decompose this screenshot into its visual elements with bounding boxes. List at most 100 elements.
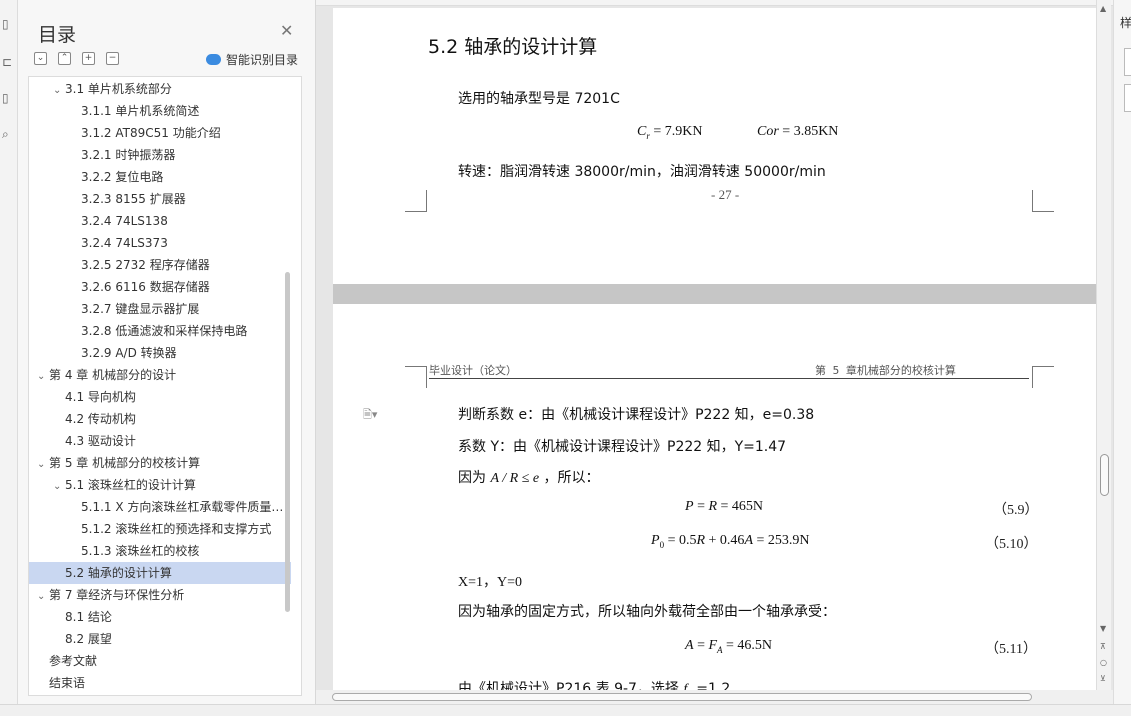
chevron-down-icon[interactable]: ⌄ xyxy=(37,454,49,474)
toc-item-label: 5.1.2 滚珠丝杠的预选择和支撑方式 xyxy=(81,522,272,536)
page-dot-icon[interactable]: ○ xyxy=(1100,658,1107,667)
style-input[interactable] xyxy=(1124,48,1131,76)
toc-item[interactable]: 8.2 展望 xyxy=(29,628,291,650)
toc-scrollbar[interactable] xyxy=(285,272,290,612)
equation-5-10: P0 = 0.5R + 0.46A = 253.9N xyxy=(651,533,810,550)
chevron-down-icon[interactable]: ⌄ xyxy=(37,366,49,386)
vertical-scrollbar[interactable]: ▲ ▼ ⊼ ○ ⊻ xyxy=(1096,0,1111,690)
condition-expr: A / R ≤ e xyxy=(490,471,540,486)
body-line-e: 判断系数 e：由《机械设计课程设计》P222 知，e=0.38 xyxy=(458,407,815,423)
toc-item[interactable]: 3.1.2 AT89C51 功能介绍 xyxy=(29,122,291,144)
toc-item-label: 8.1 结论 xyxy=(65,610,112,624)
equation-number-5-9: （5.9） xyxy=(993,503,1039,518)
toc-item-label: 3.2.6 6116 数据存储器 xyxy=(81,280,210,294)
equation-cor: Cor = 3.85KN xyxy=(757,124,839,139)
crop-mark xyxy=(405,190,427,212)
cloud-icon xyxy=(206,54,221,65)
toc-item-label: 8.2 展望 xyxy=(65,632,112,646)
top-ruler-strip xyxy=(316,0,1113,6)
add-heading-icon[interactable]: + xyxy=(82,52,95,65)
horizontal-scroll-thumb[interactable] xyxy=(332,693,1032,701)
toc-item[interactable]: 5.2 轴承的设计计算 xyxy=(29,562,291,584)
equation-5-9: P = R = 465N xyxy=(685,499,764,514)
toc-item[interactable]: ⌄ 第 5 章 机械部分的校核计算 xyxy=(29,452,291,474)
section-heading: 5.2 轴承的设计计算 xyxy=(428,36,598,58)
prev-page-icon[interactable]: ⊼ xyxy=(1100,642,1106,651)
condition-prefix: 因为 xyxy=(458,470,486,486)
toc-item-label: 第 4 章 机械部分的设计 xyxy=(49,368,177,382)
toc-item[interactable]: ⌄ 3.1 单片机系统部分 xyxy=(29,78,291,100)
style-input[interactable] xyxy=(1124,84,1131,112)
bookmark-icon[interactable]: ▯ xyxy=(0,86,18,110)
toc-item[interactable]: 3.1.1 单片机系统简述 xyxy=(29,100,291,122)
toc-item[interactable]: ⌄ 第 7 章经济与环保性分析 xyxy=(29,584,291,606)
expand-up-icon[interactable]: ⌃ xyxy=(58,52,71,65)
toc-item[interactable]: 3.2.1 时钟振荡器 xyxy=(29,144,291,166)
body-line-y: 系数 Y：由《机械设计课程设计》P222 知，Y=1.47 xyxy=(458,439,787,455)
toc-item-label: 3.1 单片机系统部分 xyxy=(65,82,172,96)
toc-item-label: 3.1.1 单片机系统简述 xyxy=(81,104,200,118)
toc-item-label: 5.1 滚珠丝杠的设计计算 xyxy=(65,478,196,492)
toc-item-label: 3.2.7 键盘显示器扩展 xyxy=(81,302,200,316)
toc-panel-icon[interactable]: ▯ xyxy=(0,12,18,36)
body-line-axial: 因为轴承的固定方式，所以轴向外载荷全部由一个轴承承受： xyxy=(458,604,836,620)
toc-item[interactable]: 3.2.6 6116 数据存储器 xyxy=(29,276,291,298)
collapse-all-icon[interactable]: ⌄ xyxy=(34,52,47,65)
toc-item[interactable]: 3.2.4 74LS373 xyxy=(29,232,291,254)
toc-item[interactable]: 8.1 结论 xyxy=(29,606,291,628)
toc-item[interactable]: 5.1.3 滚珠丝杠的校核 xyxy=(29,540,291,562)
toc-item[interactable]: 3.2.4 74LS138 xyxy=(29,210,291,232)
toc-item-label: 3.2.5 2732 程序存储器 xyxy=(81,258,210,272)
toc-item[interactable]: 4.2 传动机构 xyxy=(29,408,291,430)
chevron-down-icon[interactable]: ⌄ xyxy=(53,476,65,496)
toc-item-label: 结束语 xyxy=(49,676,86,690)
remove-heading-icon[interactable]: − xyxy=(106,52,119,65)
toc-item[interactable]: 3.2.2 复位电路 xyxy=(29,166,291,188)
chevron-down-icon[interactable]: ⌄ xyxy=(37,586,49,606)
crop-mark xyxy=(1032,366,1054,388)
next-page-icon[interactable]: ⊻ xyxy=(1100,674,1106,683)
left-tool-rail: ▯ ⊏ ▯ ⌕ xyxy=(0,0,18,716)
toc-panel: 目录 ✕ ⌄ ⌃ + − 智能识别目录 ⌄ 3.1 单片机系统部分 3.1.1 单片… xyxy=(18,0,316,716)
toc-item[interactable]: 4.1 导向机构 xyxy=(29,386,291,408)
toc-item[interactable]: 3.2.8 低通滤波和采样保持电路 xyxy=(29,320,291,342)
toc-item[interactable]: 3.2.3 8155 扩展器 xyxy=(29,188,291,210)
toc-item[interactable]: 参考文献 xyxy=(29,650,291,672)
toc-item[interactable]: 4.3 驱动设计 xyxy=(29,430,291,452)
note-icon[interactable]: 🗎▾ xyxy=(363,406,377,425)
chevron-down-icon[interactable]: ⌄ xyxy=(53,80,65,100)
toc-item-label: 3.2.1 时钟振荡器 xyxy=(81,148,176,162)
equation-cr: Cr = 7.9KN xyxy=(637,124,703,141)
toc-item[interactable]: 3.2.5 2732 程序存储器 xyxy=(29,254,291,276)
toc-item-label: 3.2.4 74LS138 xyxy=(81,214,168,228)
toc-item[interactable]: ⌄ 5.1 滚珠丝杠的设计计算 xyxy=(29,474,291,496)
toc-title: 目录 xyxy=(38,24,77,46)
toc-item[interactable]: 3.2.9 A/D 转换器 xyxy=(29,342,291,364)
equation-number-5-11: （5.11） xyxy=(985,642,1037,657)
search-icon[interactable]: ⌕ xyxy=(0,122,18,146)
equation-number-5-10: （5.10） xyxy=(985,537,1038,552)
toc-item[interactable]: 结束语 xyxy=(29,672,291,694)
smart-toc-button[interactable]: 智能识别目录 xyxy=(206,51,298,68)
toc-item-label: 5.2 轴承的设计计算 xyxy=(65,566,172,580)
vertical-scroll-thumb[interactable] xyxy=(1100,454,1109,496)
outline-icon[interactable]: ⊏ xyxy=(0,50,18,74)
horizontal-scrollbar[interactable] xyxy=(316,690,1113,704)
status-bar xyxy=(0,704,1131,716)
toc-item[interactable]: 5.1.1 X 方向滚珠丝杠承载零件质量计算 xyxy=(29,496,291,518)
equation-5-11: A = FA = 46.5N xyxy=(685,638,773,655)
header-right: 第 5 章机械部分的校核计算 xyxy=(815,364,956,377)
scroll-up-icon[interactable]: ▲ xyxy=(1100,4,1106,13)
close-icon[interactable]: ✕ xyxy=(280,21,293,40)
bearing-model-line: 选用的轴承型号是 7201C xyxy=(458,91,620,107)
toc-item-label: 4.2 传动机构 xyxy=(65,412,136,426)
toc-item[interactable]: 3.2.7 键盘显示器扩展 xyxy=(29,298,291,320)
scroll-down-icon[interactable]: ▼ xyxy=(1100,624,1106,633)
toc-item-label: 4.3 驱动设计 xyxy=(65,434,136,448)
toc-item-label: 第 7 章经济与环保性分析 xyxy=(49,588,185,602)
right-style-panel: 样 xyxy=(1113,0,1131,716)
toc-item-label: 第 5 章 机械部分的校核计算 xyxy=(49,456,201,470)
toc-item-label: 3.1.2 AT89C51 功能介绍 xyxy=(81,126,221,140)
toc-item[interactable]: 5.1.2 滚珠丝杠的预选择和支撑方式 xyxy=(29,518,291,540)
toc-item[interactable]: ⌄ 第 4 章 机械部分的设计 xyxy=(29,364,291,386)
